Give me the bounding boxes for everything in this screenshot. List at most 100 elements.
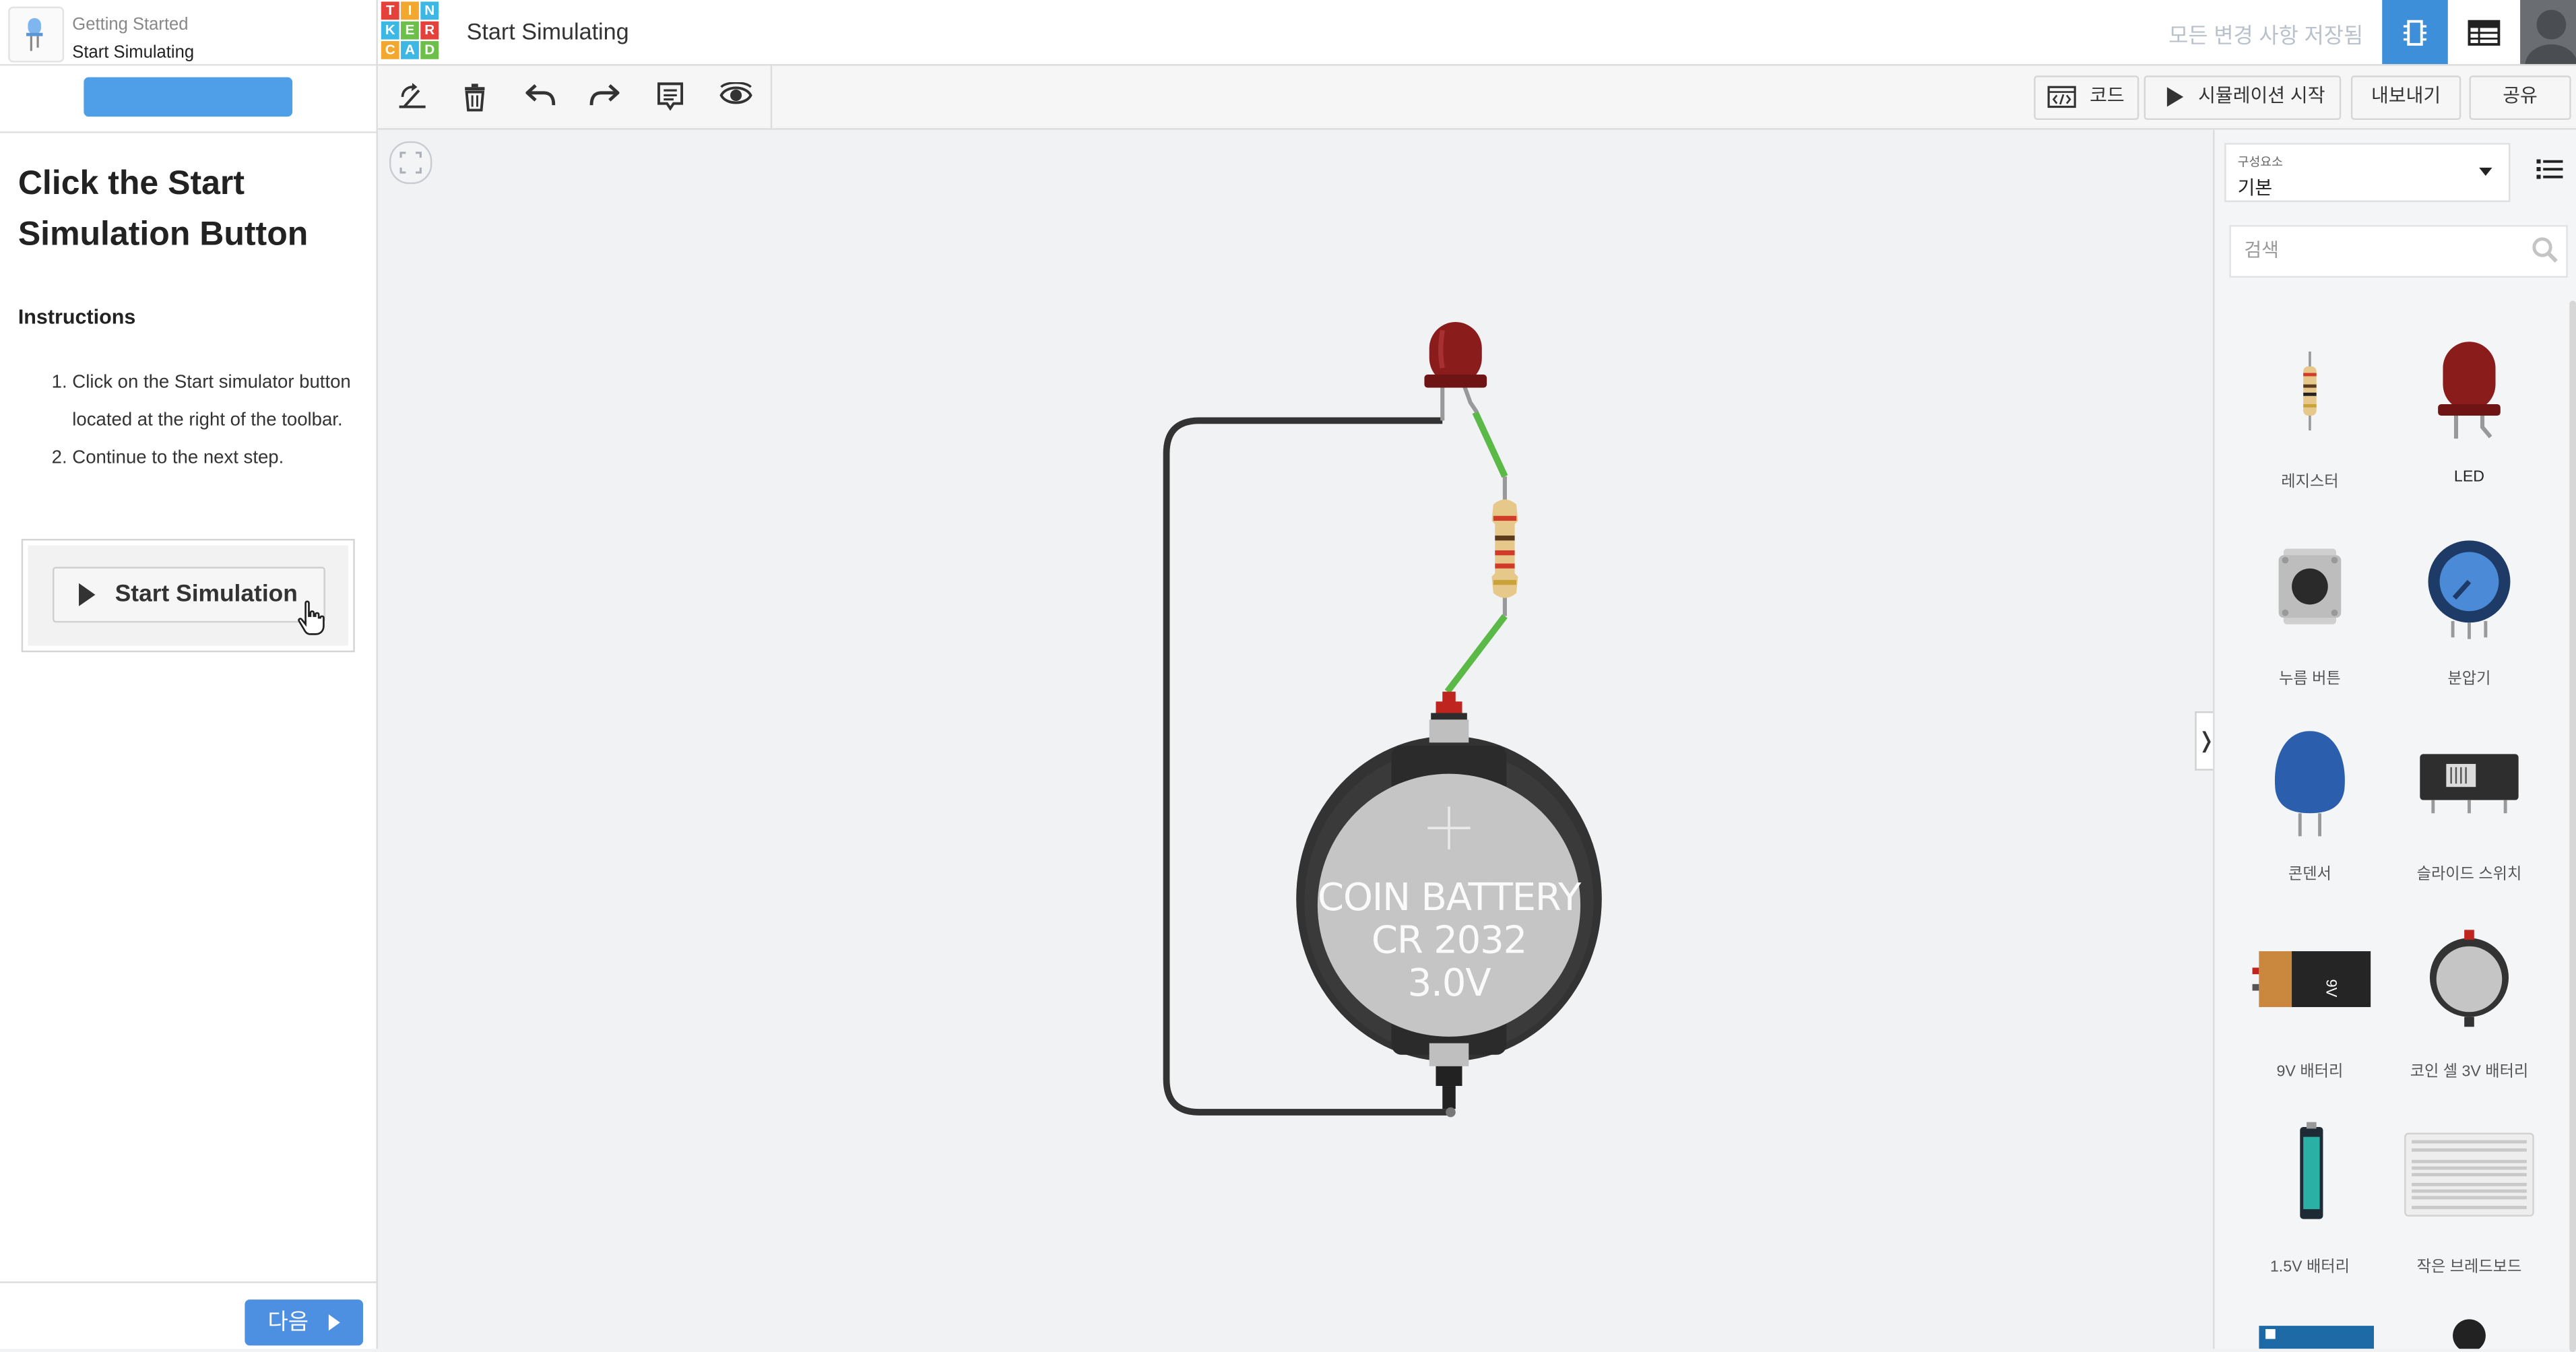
design-title[interactable]: Start Simulating [467, 18, 629, 44]
component-slide-switch[interactable]: 슬라이드 스위치 [2392, 711, 2546, 895]
delete-button[interactable] [452, 74, 501, 120]
component-search-input[interactable] [2229, 225, 2568, 278]
component-label: 작은 브레드보드 [2416, 1258, 2522, 1277]
caret-down-icon [2479, 167, 2492, 176]
next-step-label: 다음 [267, 1309, 309, 1334]
component-label: 누름 버튼 [2279, 670, 2341, 688]
arduino-board-icon[interactable] [2259, 1321, 2375, 1349]
component-label: 슬라이드 스위치 [2416, 866, 2522, 884]
pushbutton-icon [2278, 548, 2342, 624]
note-icon [657, 82, 684, 111]
illustration-button-label: Start Simulation [115, 581, 298, 608]
lesson-footer: 다음 [0, 1281, 377, 1350]
trash-icon [465, 84, 485, 112]
green-wire-top[interactable] [1472, 411, 1508, 478]
component-capacitor[interactable]: 콘덴서 [2232, 711, 2387, 895]
component-category-dropdown[interactable]: 구성요소 기본 [2224, 143, 2511, 202]
undo-icon [525, 84, 556, 106]
share-button[interactable]: 공유 [2469, 75, 2571, 121]
led-icon [2438, 342, 2501, 439]
redo-button[interactable] [581, 74, 631, 120]
notes-visibility-button[interactable] [711, 74, 761, 120]
tinkercad-logo[interactable]: T I N K E R C A D [381, 1, 441, 61]
led-component[interactable] [1424, 322, 1487, 421]
component-label: 9V 배터리 [2276, 1062, 2344, 1081]
rotate-icon [399, 83, 426, 108]
user-icon [2525, 9, 2576, 65]
illustration-start-simulation-button: Start Simulation [53, 567, 325, 623]
schematic-list-view-button[interactable] [2451, 0, 2517, 65]
lesson-thumbnail[interactable] [8, 6, 65, 63]
component-coin-cell[interactable]: 코인 셀 3V 배터리 [2392, 909, 2546, 1093]
instruction-item: Click on the Start simulator button loca… [72, 364, 352, 440]
play-icon [79, 583, 96, 606]
potentiometer-icon [2428, 540, 2511, 639]
rotate-button[interactable] [388, 74, 437, 120]
battery-9v-icon: 9V [2252, 951, 2371, 1007]
user-avatar[interactable] [2520, 0, 2576, 65]
component-battery-9v[interactable]: 9V 9V 배터리 [2232, 909, 2387, 1093]
lesson-panel: Getting Started Start Simulating Click t… [0, 0, 378, 1349]
instructions-list: Click on the Start simulator button loca… [20, 364, 352, 478]
chevron-right-icon [328, 1314, 340, 1331]
lesson-course-name[interactable]: Getting Started [72, 15, 188, 34]
next-step-button[interactable]: 다음 [245, 1299, 363, 1346]
share-button-label: 공유 [2503, 87, 2538, 107]
lesson-progress-row [0, 66, 377, 133]
component-label: 콘덴서 [2288, 866, 2331, 884]
instruction-item: Continue to the next step. [72, 441, 352, 478]
hand-cursor-icon [298, 600, 325, 635]
breadboard-icon [2404, 1132, 2534, 1217]
circuit-canvas[interactable]: COIN BATTERY CR 2032 3.0V [378, 130, 2212, 1349]
save-status: 모든 변경 사항 저장됨 [2168, 23, 2364, 48]
top-bar: T I N K E R C A D Start Simulating 모든 변경… [377, 0, 2576, 66]
lesson-header: Getting Started Start Simulating [0, 0, 377, 66]
component-led[interactable]: LED [2392, 319, 2546, 503]
code-icon [2047, 86, 2076, 108]
circuit-drawing [1163, 322, 1602, 1118]
coin-cell-icon [2429, 930, 2509, 1027]
category-value: 기본 [2237, 179, 2273, 199]
undo-button[interactable] [517, 74, 567, 120]
export-button[interactable]: 내보내기 [2350, 75, 2461, 121]
component-label: 1.5V 배터리 [2269, 1258, 2350, 1277]
resistor-component[interactable] [1491, 476, 1518, 616]
component-breadboard[interactable]: 작은 브레드보드 [2392, 1104, 2546, 1288]
svg-text:9V: 9V [2323, 979, 2340, 998]
step-title: Click the Start Simulation Button [18, 164, 309, 253]
component-potentiometer[interactable]: 분압기 [2392, 516, 2546, 700]
piezo-icon[interactable] [2451, 1318, 2488, 1349]
component-label: 코인 셀 3V 배터리 [2410, 1062, 2529, 1081]
lesson-step-name: Start Simulating [72, 42, 195, 63]
components-panel: 구성요소 기본 레지스터 [2213, 129, 2576, 1352]
list-view-icon[interactable] [2536, 159, 2563, 179]
component-label: 레지스터 [2281, 473, 2339, 492]
start-simulation-button[interactable]: 시뮬레이션 시작 [2144, 75, 2342, 121]
start-simulation-label: 시뮬레이션 시작 [2198, 87, 2325, 107]
redo-icon [589, 84, 620, 106]
editor-toolbar: 코드 시뮬레이션 시작 내보내기 공유 [377, 65, 2576, 130]
lesson-progress-bar[interactable] [84, 77, 293, 117]
category-label: 구성요소 [2237, 154, 2283, 170]
chip-icon [2403, 20, 2427, 46]
search-icon[interactable] [2532, 236, 2558, 263]
eye-icon [719, 82, 752, 104]
capacitor-icon [2274, 731, 2345, 837]
code-button[interactable]: 코드 [2034, 75, 2139, 121]
notes-button[interactable] [647, 74, 697, 120]
code-button-label: 코드 [2090, 87, 2125, 107]
battery-aa-icon [2300, 1122, 2323, 1219]
resistor-icon [2303, 351, 2317, 430]
instructions-heading: Instructions [18, 305, 136, 329]
play-icon [2166, 87, 2184, 107]
components-scrollbar[interactable] [2569, 300, 2576, 1352]
table-icon [2468, 20, 2501, 46]
component-pushbutton[interactable]: 누름 버튼 [2232, 516, 2387, 700]
component-battery-aa[interactable]: 1.5V 배터리 [2232, 1104, 2387, 1288]
export-button-label: 내보내기 [2371, 87, 2441, 107]
slide-switch-icon [2420, 754, 2519, 814]
component-resistor[interactable]: 레지스터 [2232, 319, 2387, 503]
green-wire-bottom[interactable] [1444, 614, 1508, 694]
led-icon [26, 18, 43, 51]
circuit-view-button[interactable] [2382, 0, 2448, 65]
